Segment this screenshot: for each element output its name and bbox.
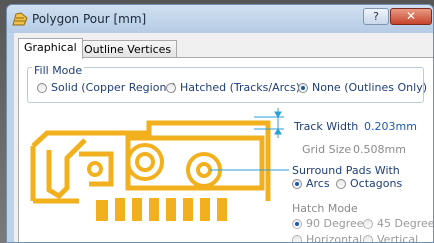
surround-arcs-radio[interactable]: Arcs (292, 177, 330, 190)
radio-button-icon[interactable] (363, 235, 373, 242)
hatch-horizontal-radio[interactable]: Horizontal (292, 233, 363, 243)
pin-pad (132, 198, 142, 221)
hatch-vertical-radio[interactable]: Vertical (363, 233, 419, 243)
grid-size-value[interactable]: 0.508mm (353, 143, 406, 156)
center-track-outline (79, 151, 114, 187)
surround-octagons-label: Octagons (350, 177, 403, 190)
hatch-45-label: 45 Degree (377, 217, 434, 230)
pin-pad (217, 198, 227, 221)
pad-ring-small (87, 161, 103, 177)
hatch-vertical-label: Vertical (377, 233, 419, 243)
pad-ring-right-inner (196, 162, 212, 178)
close-button[interactable]: ✕ (390, 8, 432, 25)
fill-none-label: None (Outlines Only) (312, 81, 427, 94)
hatch-mode-title: Hatch Mode (292, 202, 358, 215)
track-width-label: Track Width (294, 120, 359, 133)
hatch-90-label: 90 Degree (306, 217, 364, 230)
polygon-pour-diagram (30, 108, 289, 221)
pin-pad (149, 198, 159, 221)
grid-size-label: Grid Size (302, 143, 352, 156)
fill-none-radio[interactable]: None (Outlines Only) (298, 81, 427, 94)
dialog-client: Graphical Outline Vertices Fill Mode Sol… (14, 33, 433, 242)
help-button[interactable]: ? (363, 8, 389, 25)
window-title: Polygon Pour [mm] (32, 12, 147, 26)
polygon-pour-dialog: Polygon Pour [mm] ? ✕ Graphical Outline … (6, 4, 434, 243)
pad-ring-large (126, 143, 164, 181)
radio-button-icon[interactable] (292, 179, 302, 189)
tab-outline-vertices[interactable]: Outline Vertices (78, 40, 178, 58)
left-track-outline (46, 138, 87, 200)
pin-pad (115, 198, 125, 221)
pin-pad (200, 198, 210, 221)
hatch-horizontal-label: Horizontal (306, 233, 363, 243)
dimension-arrowhead (274, 128, 282, 135)
pin-pad (96, 200, 108, 221)
pad-ring-large-inner (135, 152, 155, 172)
surround-pads-title: Surround Pads With (292, 164, 400, 177)
dimension-arrowhead (274, 111, 282, 118)
polygon-pour-icon (12, 12, 28, 26)
pin-pad (166, 198, 176, 221)
hatch-90-radio[interactable]: 90 Degree (292, 217, 364, 230)
pin-pad (183, 198, 193, 221)
radio-button-icon[interactable] (292, 235, 302, 242)
graphical-panel: Fill Mode Solid (Copper Regions) Hatched… (18, 57, 433, 242)
hatch-45-radio[interactable]: 45 Degree (363, 217, 434, 230)
radio-button-icon[interactable] (363, 219, 373, 229)
track-width-value[interactable]: 0.203mm (364, 120, 417, 133)
surround-arcs-label: Arcs (306, 177, 330, 190)
radio-button-icon[interactable] (292, 219, 302, 229)
radio-button-icon[interactable] (298, 83, 308, 93)
tab-graphical[interactable]: Graphical (18, 38, 83, 59)
surround-octagons-radio[interactable]: Octagons (336, 177, 402, 190)
radio-button-icon[interactable] (336, 179, 346, 189)
title-bar[interactable]: Polygon Pour [mm] ? ✕ (7, 5, 433, 33)
